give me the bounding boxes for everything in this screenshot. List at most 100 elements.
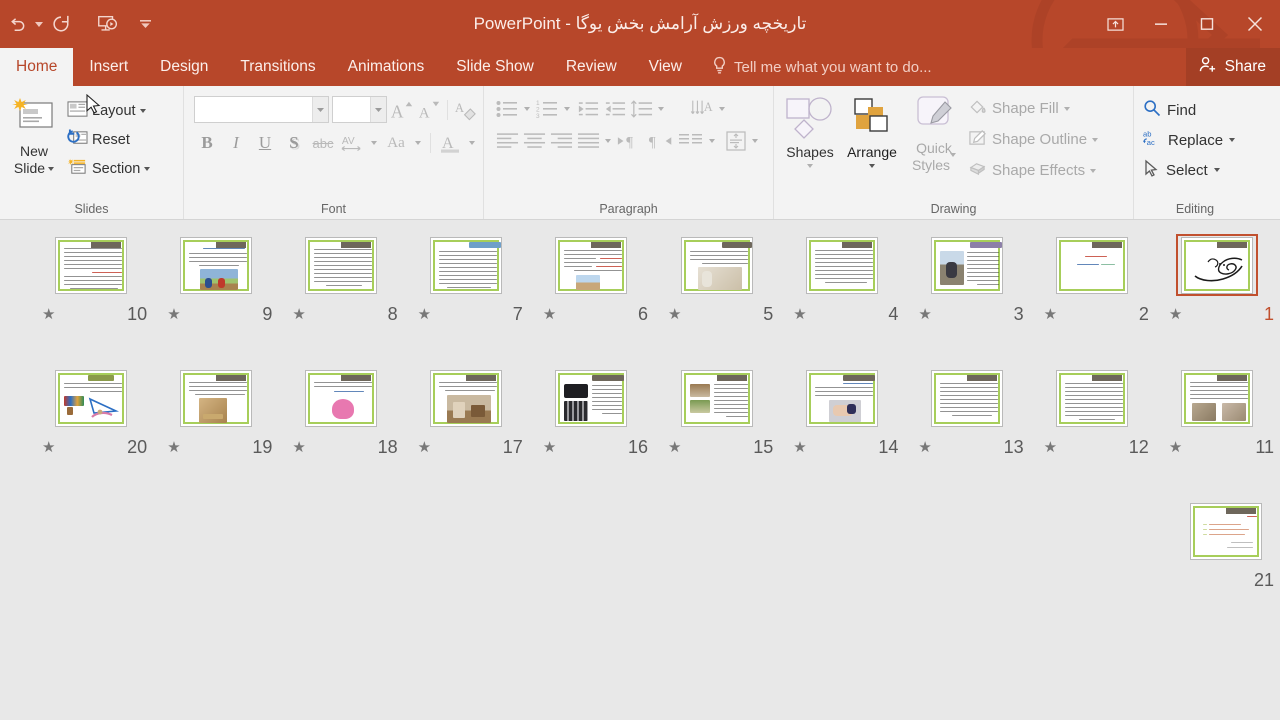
increase-indent-icon[interactable]	[601, 96, 627, 122]
chevron-down-icon[interactable]	[466, 130, 478, 156]
slide-thumbnail-frame[interactable]	[1176, 367, 1258, 429]
font-name-combobox[interactable]	[194, 96, 330, 123]
chevron-down-icon[interactable]	[1213, 168, 1220, 172]
slide-sorter-pane[interactable]: ★ 10 ★ 9 ★ 8 ★ 7 ★ 6 ★ 5 ★ 4 ★ 3 ★ 2 ★ 1…	[0, 220, 1280, 720]
ribbon-display-options-icon[interactable]	[1092, 4, 1138, 44]
share-button[interactable]: Share	[1185, 48, 1280, 86]
slide-thumbnail-17[interactable]: ★ 17	[404, 367, 529, 500]
slide-thumbnail-4[interactable]: ★ 4	[779, 234, 904, 367]
font-name-input[interactable]	[195, 97, 312, 122]
slide-thumbnail-frame[interactable]	[300, 367, 382, 429]
slide-thumbnail-16[interactable]: ★ 16	[529, 367, 654, 500]
slide-thumbnail-14[interactable]: ★ 14	[779, 367, 904, 500]
new-slide-button[interactable]: New Slide	[5, 92, 63, 177]
chevron-down-icon[interactable]	[655, 96, 667, 122]
chevron-down-icon[interactable]	[1229, 138, 1236, 142]
line-spacing-icon[interactable]	[628, 96, 654, 122]
align-left-icon[interactable]	[494, 128, 520, 154]
left-to-right-text-direction-icon[interactable]: ¶	[615, 128, 645, 154]
chevron-down-icon[interactable]	[706, 128, 718, 154]
slide-thumbnail-13[interactable]: ★ 13	[904, 367, 1029, 500]
chevron-down-icon[interactable]	[869, 164, 875, 168]
shapes-button[interactable]: Shapes	[779, 92, 841, 168]
slide-thumbnail-frame[interactable]	[550, 234, 632, 296]
font-size-combobox[interactable]	[332, 96, 388, 123]
slide-thumbnail-frame[interactable]	[676, 367, 758, 429]
underline-icon[interactable]: U	[252, 130, 278, 156]
slide-thumbnail-frame[interactable]	[926, 367, 1008, 429]
slide-thumbnail-3[interactable]: ★ 3	[904, 234, 1029, 367]
maximize-restore-icon[interactable]	[1184, 4, 1230, 44]
slide-thumbnail-8[interactable]: ★ 8	[278, 234, 403, 367]
minimize-icon[interactable]	[1138, 4, 1184, 44]
shape-effects-button[interactable]: Shape Effects	[965, 156, 1101, 185]
find-button[interactable]: Find	[1139, 96, 1239, 124]
reset-button[interactable]: Reset	[63, 127, 154, 153]
slide-thumbnail-9[interactable]: ★ 9	[153, 234, 278, 367]
decrease-indent-icon[interactable]	[574, 96, 600, 122]
tab-view[interactable]: View	[633, 48, 698, 86]
slide-thumbnail-18[interactable]: ★ 18	[278, 367, 403, 500]
slide-thumbnail-6[interactable]: ★ 6	[529, 234, 654, 367]
text-direction-icon[interactable]: A	[690, 96, 716, 122]
chevron-down-icon[interactable]	[368, 130, 380, 156]
tab-animations[interactable]: Animations	[332, 48, 441, 86]
tab-review[interactable]: Review	[550, 48, 633, 86]
slide-thumbnail-frame[interactable]	[1051, 234, 1133, 296]
decrease-font-size-icon[interactable]: A	[417, 97, 441, 123]
slide-thumbnail-frame[interactable]	[50, 367, 132, 429]
slide-thumbnail-11[interactable]: ★ 11	[1155, 367, 1280, 500]
slide-thumbnail-frame[interactable]	[1185, 500, 1267, 562]
slide-thumbnail-20[interactable]: ★ 20	[28, 367, 153, 500]
close-icon[interactable]	[1230, 4, 1280, 44]
slide-thumbnail-frame[interactable]	[550, 367, 632, 429]
slide-thumbnail-frame[interactable]	[50, 234, 132, 296]
chevron-down-icon[interactable]	[1090, 168, 1097, 173]
slide-thumbnail-frame[interactable]	[425, 367, 507, 429]
tab-transitions[interactable]: Transitions	[224, 48, 331, 86]
slide-thumbnail-21[interactable]: ★ 21	[1171, 500, 1280, 633]
chevron-down-icon[interactable]	[48, 166, 55, 171]
select-button[interactable]: Select	[1139, 156, 1239, 184]
chevron-down-icon[interactable]	[139, 109, 146, 113]
numbering-icon[interactable]: 123	[534, 96, 560, 122]
slide-thumbnail-frame[interactable]	[1051, 367, 1133, 429]
font-size-input[interactable]	[333, 97, 370, 122]
chevron-down-icon[interactable]	[1063, 106, 1070, 111]
slide-thumbnail-frame-selected[interactable]	[1176, 234, 1259, 296]
tab-insert[interactable]: Insert	[73, 48, 144, 86]
font-color-icon[interactable]: A	[437, 130, 463, 156]
shape-outline-button[interactable]: Shape Outline	[965, 125, 1101, 154]
layout-button[interactable]: Layout	[63, 98, 154, 124]
columns-icon[interactable]	[677, 128, 705, 154]
clear-formatting-icon[interactable]: A	[454, 97, 478, 123]
section-button[interactable]: Section	[63, 156, 154, 182]
align-right-icon[interactable]	[548, 128, 574, 154]
chevron-down-icon[interactable]	[312, 97, 329, 122]
character-spacing-icon[interactable]: AV	[339, 130, 365, 156]
chevron-down-icon[interactable]	[561, 96, 573, 122]
tab-home[interactable]: Home	[0, 48, 74, 86]
text-shadow-icon[interactable]: S	[281, 130, 307, 156]
replace-button[interactable]: ab ac Replace	[1139, 126, 1239, 154]
slide-thumbnail-2[interactable]: ★ 2	[1030, 234, 1155, 367]
chevron-down-icon[interactable]	[749, 128, 761, 154]
slide-thumbnail-10[interactable]: ★ 10	[28, 234, 153, 367]
tell-me-search[interactable]: Tell me what you want to do...	[698, 48, 932, 86]
increase-font-size-icon[interactable]: A	[390, 97, 414, 123]
slide-thumbnail-15[interactable]: ★ 15	[654, 367, 779, 500]
chevron-down-icon[interactable]	[950, 153, 957, 173]
align-text-icon[interactable]	[723, 128, 749, 154]
shape-fill-button[interactable]: Shape Fill	[965, 94, 1101, 123]
chevron-down-icon[interactable]	[521, 96, 533, 122]
chevron-down-icon[interactable]	[412, 130, 424, 156]
bullets-icon[interactable]	[494, 96, 520, 122]
justify-icon[interactable]	[575, 128, 601, 154]
slide-thumbnail-frame[interactable]	[300, 234, 382, 296]
slide-thumbnail-1[interactable]: ★ 1	[1155, 234, 1280, 367]
slide-thumbnail-frame[interactable]	[801, 234, 883, 296]
slide-thumbnail-frame[interactable]	[801, 367, 883, 429]
arrange-button[interactable]: Arrange	[841, 92, 903, 168]
right-to-left-text-direction-icon[interactable]: ¶	[646, 128, 676, 154]
chevron-down-icon[interactable]	[602, 128, 614, 154]
